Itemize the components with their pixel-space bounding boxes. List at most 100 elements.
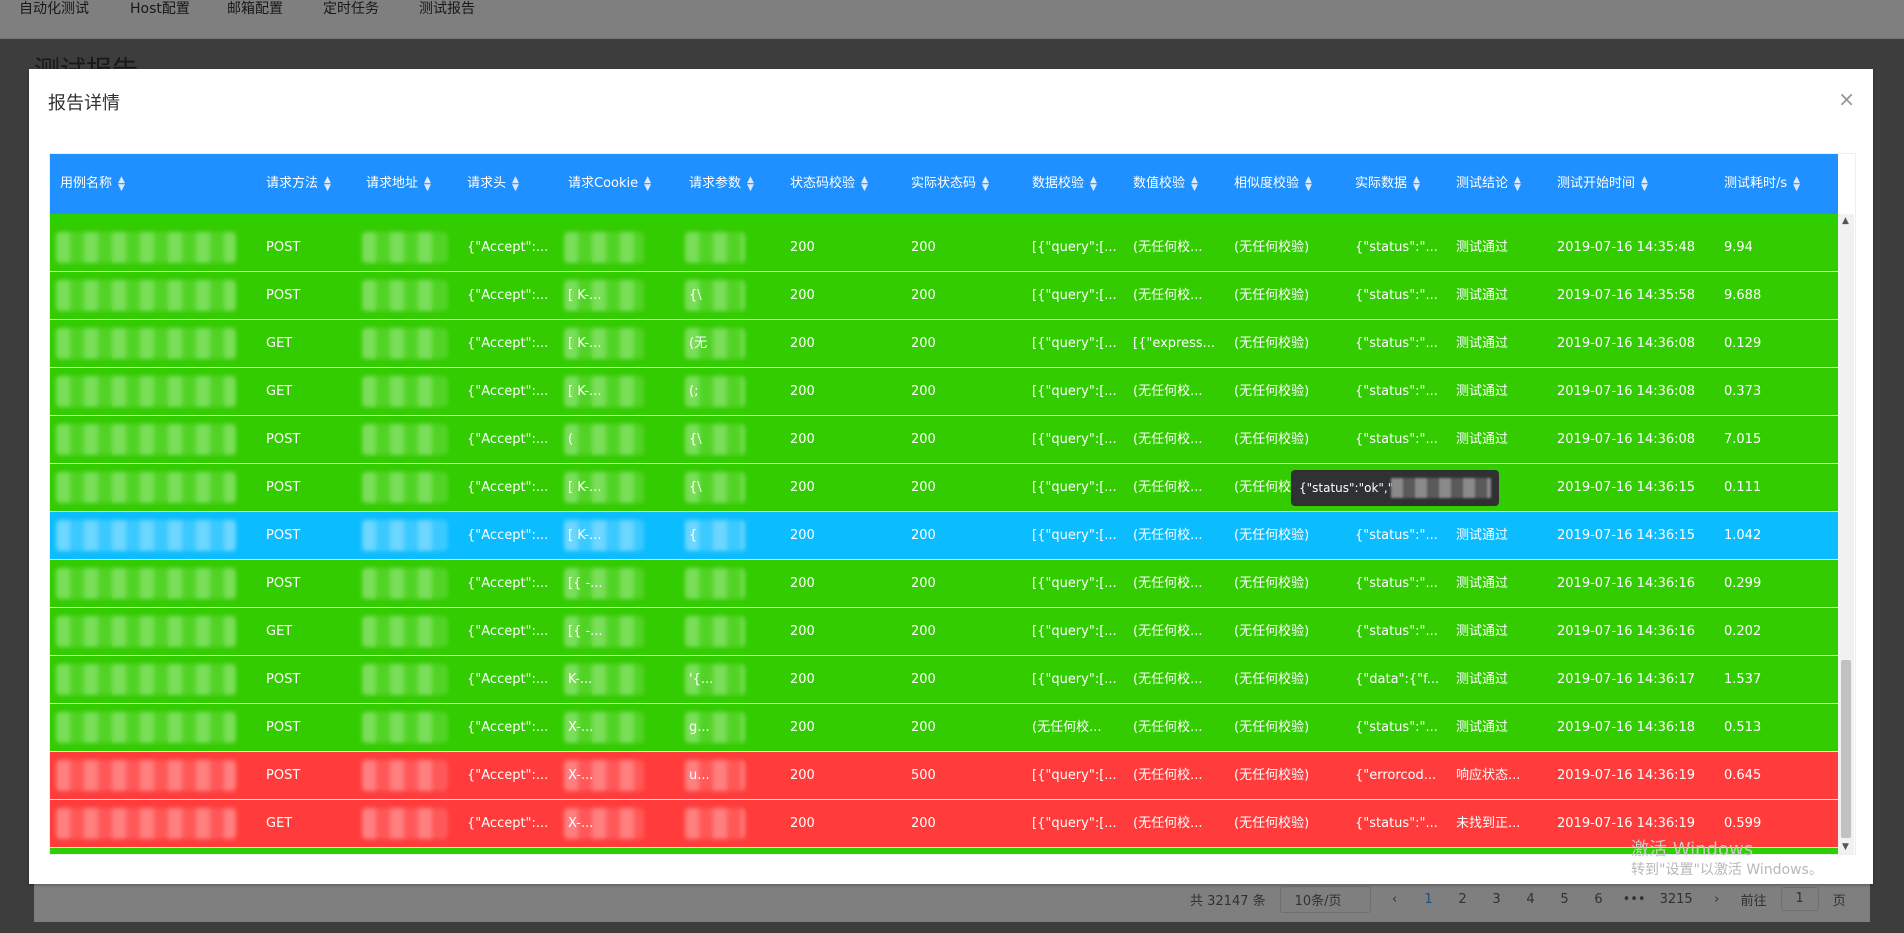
cell-duration: 0.202 (1724, 624, 1762, 639)
cell-similarity-check: (无任何校验) (1234, 576, 1310, 591)
column-header-data-check[interactable]: 数据校验 ▲ ▼ (1032, 154, 1097, 214)
cell-code-check: 200 (790, 528, 815, 543)
column-header-result[interactable]: 测试结论 ▲ ▼ (1456, 154, 1521, 214)
column-header-duration[interactable]: 测试耗时/s ▲ ▼ (1724, 154, 1800, 214)
cell-data-check: [{"query":[... (1032, 624, 1117, 639)
redacted-url (362, 424, 447, 455)
cell-similarity-check: (无任何校验) (1234, 240, 1310, 255)
redacted-case-name (56, 712, 236, 743)
table-row[interactable]: POST {"Accept":... [ K-... {\ 200 200 [{"query… (50, 272, 1838, 320)
cell-data-check: [{"query":[... (1032, 528, 1117, 543)
table-row[interactable]: GET {"Accept":... [ K-... (无 200 200 [{"query"… (50, 320, 1838, 368)
sort-icon[interactable]: ▲ ▼ (1305, 175, 1312, 192)
scroll-up-icon[interactable]: ▲ (1842, 216, 1849, 226)
sort-icon[interactable]: ▲ ▼ (118, 175, 125, 192)
table-scrollbar[interactable]: ▲ ▼ (1838, 214, 1854, 854)
cell-actual-code: 200 (911, 384, 936, 399)
cell-start-time: 2019-07-16 14:36:15 (1557, 528, 1696, 543)
cell-code-check: 200 (790, 624, 815, 639)
close-icon[interactable]: × (1838, 87, 1855, 111)
sort-icon[interactable]: ▲ ▼ (982, 175, 989, 192)
redacted-url (362, 376, 447, 407)
sort-icon[interactable]: ▲ ▼ (1413, 175, 1420, 192)
cell-result: 测试通过 (1456, 432, 1509, 447)
cell-value-check: (无任何校... (1133, 768, 1203, 783)
cell-data-check: [{"query":[... (1032, 576, 1117, 591)
column-header-header[interactable]: 请求头 ▲ ▼ (467, 154, 519, 214)
table-row[interactable]: GET {"Accept":... [ K-... (; 200 200 [{"query"… (50, 368, 1838, 416)
table-row[interactable]: POST {"Accept":... X-... g... 200 200 (无任何校...… (50, 704, 1838, 752)
table-row[interactable]: POST {"Accept":... ({\ 200 200 [{"query":[...… (50, 416, 1838, 464)
cell-params: {\ (689, 288, 702, 303)
cell-value-check: (无任何校... (1133, 624, 1203, 639)
scrollbar-thumb[interactable] (1841, 660, 1851, 838)
cell-data-check: (无任何校... (1032, 720, 1102, 735)
sort-icon[interactable]: ▲ ▼ (424, 175, 431, 192)
sort-icon[interactable]: ▲ ▼ (324, 175, 331, 192)
cell-tooltip: {"status":"ok","da (1291, 470, 1499, 506)
table-row[interactable]: POST {"Accept":... [ K-... {200 200 [{"query"… (50, 512, 1838, 560)
redacted-case-name (56, 472, 236, 503)
cell-params: u... (689, 768, 710, 783)
table-row[interactable]: GET {"Accept":... X-... 200 200 [{"query":[..… (50, 800, 1838, 848)
cell-data-check: [{"query":[... (1032, 672, 1117, 687)
cell-code-check: 200 (790, 288, 815, 303)
cell-actual-data: {"status":"... (1355, 816, 1438, 831)
sort-icon[interactable]: ▲ ▼ (1090, 175, 1097, 192)
cell-cookie: X-... (568, 816, 594, 831)
cell-cookie: [{ -... (568, 624, 603, 639)
cell-cookie: [ K-... (568, 480, 602, 495)
sort-icon[interactable]: ▲ ▼ (1793, 175, 1800, 192)
sort-icon[interactable]: ▲ ▼ (512, 175, 519, 192)
cell-duration: 1.042 (1724, 528, 1762, 543)
cell-similarity-check: (无任何校验) (1234, 384, 1310, 399)
column-header-label: 测试开始时间 (1557, 176, 1636, 191)
column-header-code-check[interactable]: 状态码校验 ▲ ▼ (790, 154, 868, 214)
cell-header: {"Accept":... (467, 288, 549, 303)
column-header-params[interactable]: 请求参数 ▲ ▼ (689, 154, 754, 214)
cell-params: { (689, 528, 698, 543)
table-row[interactable]: POST {"Accept":... 200 200 [{"query":[... (无任… (50, 224, 1838, 272)
column-header-actual-data[interactable]: 实际数据 ▲ ▼ (1355, 154, 1420, 214)
sort-icon[interactable]: ▲ ▼ (861, 175, 868, 192)
watermark-line1: 激活 Windows (1631, 839, 1754, 860)
cell-result: 测试通过 (1456, 288, 1509, 303)
cell-header: {"Accept":... (467, 816, 549, 831)
column-header-case-name[interactable]: 用例名称 ▲ ▼ (60, 154, 125, 214)
cell-value-check: (无任何校... (1133, 432, 1203, 447)
table-row[interactable]: POST {"Accept":... X-... u... 200 500 [{"query… (50, 752, 1838, 800)
cell-cookie: [{ -... (568, 576, 603, 591)
redacted-url (362, 328, 447, 359)
column-header-method[interactable]: 请求方法 ▲ ▼ (266, 154, 331, 214)
column-header-cookie[interactable]: 请求Cookie ▲ ▼ (568, 154, 651, 214)
column-header-value-check[interactable]: 数值校验 ▲ ▼ (1133, 154, 1198, 214)
cell-actual-data: {"status":"... (1355, 576, 1438, 591)
cell-duration: 1.537 (1724, 672, 1762, 687)
cell-result: 测试通过 (1456, 240, 1509, 255)
sort-icon[interactable]: ▲ ▼ (1514, 175, 1521, 192)
column-header-label: 请求头 (467, 176, 507, 191)
table-row[interactable]: POST {"Accept":... [{ -... 200 200 [{"query":… (50, 560, 1838, 608)
sort-icon[interactable]: ▲ ▼ (1191, 175, 1198, 192)
column-header-similarity-check[interactable]: 相似度校验 ▲ ▼ (1234, 154, 1312, 214)
cell-code-check: 200 (790, 336, 815, 351)
table-header: 用例名称 ▲ ▼ 请求方法 ▲ ▼ 请求地址 ▲ ▼ 请求头 ▲ ▼ 请求Cookie ▲ ▼ 请求参数 ▲ ▼ 状… (50, 154, 1838, 214)
table-row[interactable]: POST {"Accept":... [ K-... {\ 200 200 [{"query… (50, 464, 1838, 512)
sort-icon[interactable]: ▲ ▼ (1641, 175, 1648, 192)
cell-actual-data: {"status":"... (1355, 624, 1438, 639)
cell-method: POST (266, 432, 301, 447)
cell-method: POST (266, 720, 301, 735)
cell-method: GET (266, 624, 293, 639)
sort-icon[interactable]: ▲ ▼ (747, 175, 754, 192)
column-header-url[interactable]: 请求地址 ▲ ▼ (366, 154, 431, 214)
dialog-title: 报告详情 (48, 93, 120, 114)
column-header-label: 数据校验 (1032, 176, 1085, 191)
column-header-start-time[interactable]: 测试开始时间 ▲ ▼ (1557, 154, 1648, 214)
table-row[interactable]: POST {"Accept":... K-... '{... 200 200 [{"quer… (50, 656, 1838, 704)
cell-cookie: [ K-... (568, 384, 602, 399)
sort-icon[interactable]: ▲ ▼ (644, 175, 651, 192)
cell-method: POST (266, 288, 301, 303)
column-header-actual-code[interactable]: 实际状态码 ▲ ▼ (911, 154, 989, 214)
scroll-down-icon[interactable]: ▼ (1842, 842, 1849, 852)
table-row[interactable]: GET {"Accept":... [{ -... 200 200 [{"query":[… (50, 608, 1838, 656)
